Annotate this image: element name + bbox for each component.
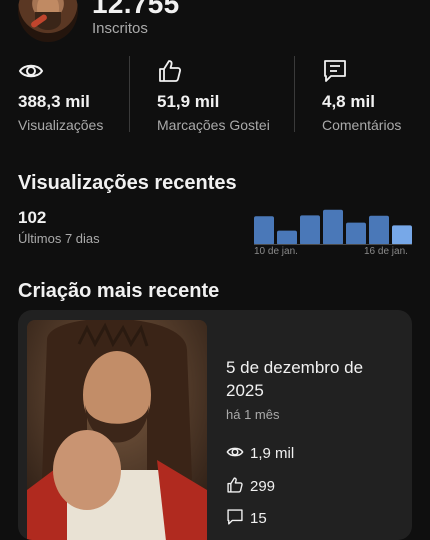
stat-views-value: 388,3 mil — [18, 92, 90, 111]
chart-bar[interactable] — [277, 230, 297, 245]
stat-likes-value: 51,9 mil — [157, 92, 220, 111]
recent-views-title: Visualizações recentes — [18, 172, 237, 194]
chart-bar[interactable] — [369, 215, 389, 245]
comment-icon — [324, 60, 346, 82]
chart-bar[interactable] — [346, 222, 366, 245]
subscriber-label: Inscritos — [92, 20, 148, 37]
recent-views-count: 102 — [18, 208, 47, 227]
stat-views-label: Visualizações — [18, 117, 104, 133]
thumbs-up-icon — [227, 477, 243, 493]
recent-views-period: Últimos 7 dias — [18, 231, 100, 246]
chart-baseline — [254, 244, 412, 245]
chart-bar[interactable] — [254, 216, 274, 245]
thumbs-up-icon — [159, 60, 182, 82]
latest-creation-title: Criação mais recente — [18, 280, 220, 302]
stat-comments-label: Comentários — [322, 117, 402, 133]
chart-start-label: 10 de jan. — [254, 246, 298, 257]
channel-avatar[interactable] — [18, 0, 78, 42]
eye-icon — [226, 447, 244, 457]
latest-video-card[interactable]: 5 de dezembro de 2025 há 1 mês 1,9 mil 2… — [18, 310, 412, 540]
chart-bar[interactable] — [392, 225, 412, 245]
chart-end-label: 16 de jan. — [364, 246, 408, 257]
video-date: 5 de dezembro de 2025 — [226, 358, 364, 400]
chart-bar[interactable] — [300, 215, 320, 245]
video-thumbnail[interactable] — [27, 320, 207, 540]
video-comments-value: 15 — [250, 510, 267, 527]
stat-comments-value: 4,8 mil — [322, 92, 375, 111]
stat-likes-label: Marcações Gostei — [157, 117, 270, 133]
eye-icon — [18, 64, 44, 78]
stat-divider — [294, 56, 295, 132]
stats-row: 388,3 mil Visualizações 51,9 mil Marcaçõ… — [0, 56, 430, 136]
recent-views-chart[interactable] — [254, 205, 412, 245]
thumbnail-image — [27, 320, 207, 540]
video-likes-value: 299 — [250, 478, 276, 495]
comment-icon — [227, 509, 243, 525]
chart-bar[interactable] — [323, 209, 343, 245]
video-views-value: 1,9 mil — [250, 445, 295, 462]
video-relative-time: há 1 mês — [226, 407, 280, 422]
stat-divider — [129, 56, 130, 132]
subscriber-count: 12.755 — [92, 0, 180, 19]
